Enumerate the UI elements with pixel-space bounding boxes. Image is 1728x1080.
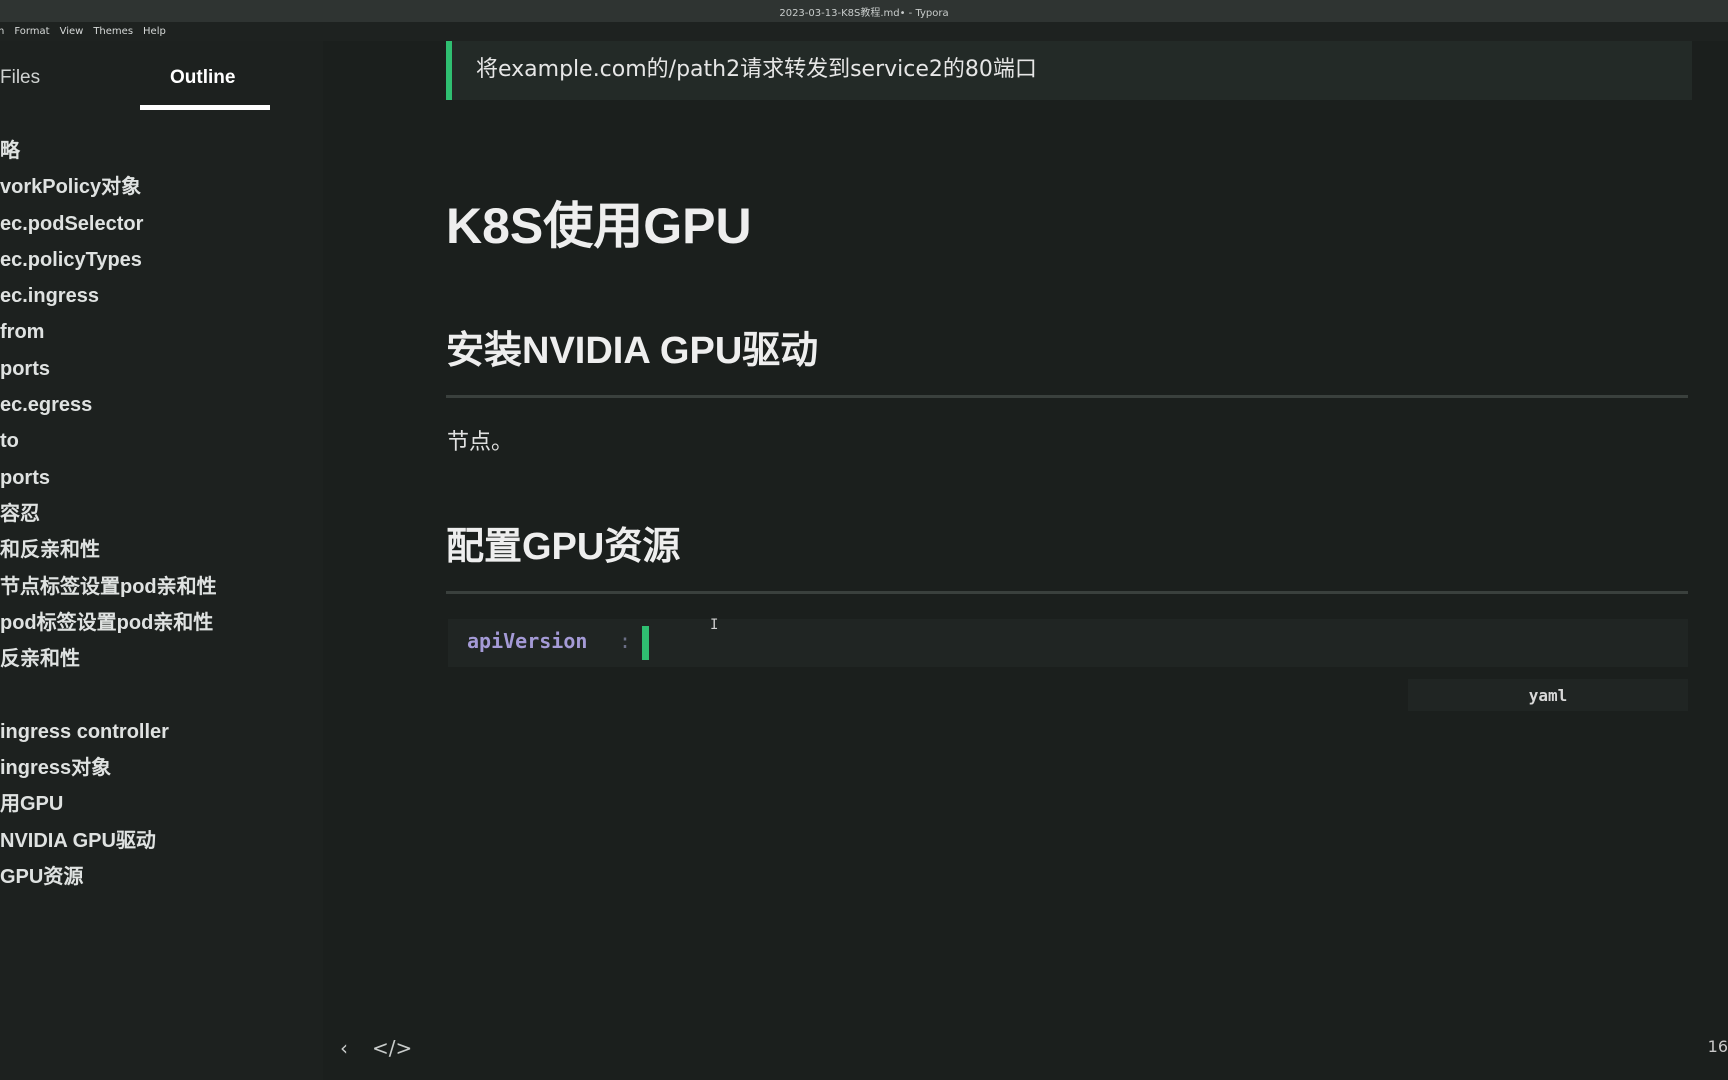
code-block[interactable]: apiVersion : <box>448 619 1688 667</box>
code-colon: : <box>619 629 632 653</box>
outline-item[interactable] <box>0 677 323 713</box>
window-title: 2023-03-13-K8S教程.md• - Typora <box>779 7 949 19</box>
menu-item-format[interactable]: Format <box>14 26 49 37</box>
outline-item[interactable]: pod标签设置pod亲和性 <box>0 605 323 641</box>
window-title-bar: 2023-03-13-K8S教程.md• - Typora <box>0 0 1728 22</box>
outline-item[interactable]: GPU资源 <box>0 859 323 895</box>
outline-item[interactable]: 节点标签设置pod亲和性 <box>0 569 323 605</box>
editor[interactable]: 将example.com的/path2请求转发到service2的80端口 K8… <box>323 41 1728 1080</box>
active-tab-indicator <box>140 105 270 110</box>
word-count[interactable]: 16 <box>1708 1037 1728 1056</box>
sidebar: Files Outline 略 vorkPolicy对象 ec.podSelec… <box>0 41 323 1080</box>
outline-item[interactable]: ports <box>0 351 323 387</box>
blockquote-text: 将example.com的/path2请求转发到service2的80端口 <box>476 57 1037 82</box>
heading-install-driver: 安装NVIDIA GPU驱动 <box>446 330 819 372</box>
code-key: apiVersion <box>467 629 588 653</box>
outline-item[interactable]: 用GPU <box>0 786 323 822</box>
tab-files[interactable]: Files <box>0 67 40 89</box>
outline-item[interactable]: 容忍 <box>0 496 323 532</box>
tab-outline[interactable]: Outline <box>170 67 235 89</box>
menu-item-help[interactable]: Help <box>143 26 166 37</box>
outline-item[interactable]: to <box>0 423 323 459</box>
outline-item[interactable]: NVIDIA GPU驱动 <box>0 823 323 859</box>
outline-item[interactable]: ec.egress <box>0 387 323 423</box>
code-language-selector[interactable]: yaml <box>1408 679 1688 711</box>
outline-item[interactable]: ec.ingress <box>0 278 323 314</box>
text-cursor-icon: I <box>710 617 719 633</box>
menu-item-view[interactable]: View <box>60 26 84 37</box>
code-icon[interactable]: </> <box>372 1036 412 1060</box>
outline-item[interactable]: ingress controller <box>0 714 323 750</box>
text-cursor <box>642 626 649 660</box>
outline-item[interactable]: ec.podSelector <box>0 206 323 242</box>
outline-item[interactable]: 和反亲和性 <box>0 532 323 568</box>
outline-item[interactable]: 略 <box>0 133 323 169</box>
bottom-toolbar: ‹ </> <box>340 1036 412 1060</box>
chevron-left-icon[interactable]: ‹ <box>340 1036 348 1060</box>
outline-item[interactable]: 反亲和性 <box>0 641 323 677</box>
outline-item[interactable]: ec.policyTypes <box>0 242 323 278</box>
heading-divider <box>446 395 1688 398</box>
menu-bar: h Format View Themes Help <box>0 22 1728 41</box>
menu-item-themes[interactable]: Themes <box>93 26 133 37</box>
outline-item[interactable]: vorkPolicy对象 <box>0 169 323 205</box>
heading-config-gpu: 配置GPU资源 <box>446 526 681 568</box>
paragraph: 节点。 <box>447 430 514 455</box>
heading-divider <box>446 591 1688 594</box>
outline-list: 略 vorkPolicy对象 ec.podSelector ec.policyT… <box>0 133 323 895</box>
blockquote: 将example.com的/path2请求转发到service2的80端口 <box>446 41 1692 100</box>
outline-item[interactable]: ingress对象 <box>0 750 323 786</box>
outline-item[interactable]: from <box>0 314 323 350</box>
menu-item-h[interactable]: h <box>0 26 4 37</box>
heading-1: K8S使用GPU <box>446 198 752 254</box>
outline-item[interactable]: ports <box>0 460 323 496</box>
